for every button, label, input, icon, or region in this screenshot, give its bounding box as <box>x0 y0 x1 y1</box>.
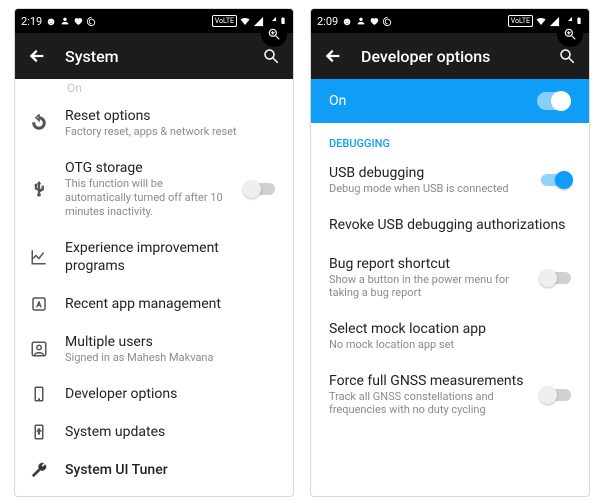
item-otg-storage[interactable]: OTG storageThis function will be automat… <box>15 149 293 229</box>
person-icon <box>60 16 70 26</box>
cutoff-label: On <box>15 79 293 97</box>
gnss-toggle[interactable] <box>541 389 571 401</box>
otg-toggle[interactable] <box>245 183 275 195</box>
item-subtitle: Show a button in the power menu for taki… <box>329 273 531 299</box>
update-icon <box>29 423 49 441</box>
item-subtitle: This function will be automatically turn… <box>65 177 229 219</box>
item-mock-location[interactable]: Select mock location appNo mock location… <box>311 310 589 362</box>
item-title: Bug report shortcut <box>329 256 531 273</box>
face-icon: ☻ <box>45 15 57 28</box>
signal-icon <box>253 16 264 27</box>
item-subtitle: Track all GNSS constellations and freque… <box>329 390 531 416</box>
header-bar: Developer options <box>311 33 589 79</box>
item-subtitle: Signed in as Mahesh Makvana <box>65 351 279 365</box>
item-multiple-users[interactable]: Multiple usersSigned in as Mahesh Makvan… <box>15 323 293 375</box>
zoom-overlay[interactable] <box>557 21 583 47</box>
item-title: Experience improvement programs <box>65 239 279 275</box>
item-title: Recent app management <box>65 295 279 313</box>
volte-badge: VoLTE <box>508 15 533 27</box>
wrench-icon <box>29 461 49 479</box>
status-time: 2:19 <box>21 15 42 28</box>
item-revoke-usb[interactable]: Revoke USB debugging authorizations <box>311 206 589 245</box>
master-toggle-switch[interactable] <box>537 92 571 110</box>
item-subtitle: No mock location app set <box>329 338 571 351</box>
item-system-ui-tuner[interactable]: System UI Tuner <box>15 451 293 489</box>
item-experience-programs[interactable]: Experience improvement programs <box>15 229 293 285</box>
svg-text:A: A <box>37 300 42 309</box>
item-developer-options[interactable]: Developer options <box>15 375 293 413</box>
item-title: Multiple users <box>65 333 279 351</box>
zoom-overlay[interactable] <box>261 21 287 47</box>
item-title: OTG storage <box>65 159 229 177</box>
item-system-updates[interactable]: System updates <box>15 413 293 451</box>
chart-icon <box>29 248 49 266</box>
usb-icon <box>29 180 49 198</box>
item-recent-app[interactable]: A Recent app management <box>15 285 293 323</box>
search-icon[interactable] <box>261 46 281 66</box>
item-gnss[interactable]: Force full GNSS measurementsTrack all GN… <box>311 362 589 427</box>
item-title: System UI Tuner <box>65 461 279 479</box>
item-bug-report-shortcut[interactable]: Bug report shortcutShow a button in the … <box>311 245 589 310</box>
wifi-icon <box>239 15 251 27</box>
phone-system: 2:19 ☻ VoLTE System On Reset optionsFact… <box>14 8 294 497</box>
item-usb-debugging[interactable]: USB debuggingDebug mode when USB is conn… <box>311 154 589 206</box>
item-title: Force full GNSS measurements <box>329 373 531 390</box>
person-icon <box>356 16 366 26</box>
phone-icon <box>29 385 49 403</box>
back-icon[interactable] <box>323 46 343 66</box>
item-subtitle: Factory reset, apps & network reset <box>65 125 279 139</box>
item-title: USB debugging <box>329 165 531 182</box>
item-title: Developer options <box>65 385 279 403</box>
item-title: Select mock location app <box>329 321 571 338</box>
heart-icon <box>73 16 83 26</box>
search-icon[interactable] <box>557 46 577 66</box>
item-title: System updates <box>65 423 279 441</box>
item-reset-options[interactable]: Reset optionsFactory reset, apps & netwo… <box>15 97 293 149</box>
swirl-icon <box>86 16 97 27</box>
item-title: Reset options <box>65 107 279 125</box>
signal-icon <box>549 16 560 27</box>
master-toggle-bar[interactable]: On <box>311 79 589 123</box>
wifi-icon <box>535 15 547 27</box>
item-title: Revoke USB debugging authorizations <box>329 217 571 234</box>
settings-list: On Reset optionsFactory reset, apps & ne… <box>15 79 293 496</box>
bug-report-toggle[interactable] <box>541 272 571 284</box>
header-title: System <box>65 47 243 66</box>
usb-debugging-toggle[interactable] <box>541 174 571 186</box>
phone-developer-options: 2:09 ☻ VoLTE Developer options On DEBUGG… <box>310 8 590 497</box>
header-bar: System <box>15 33 293 79</box>
section-label: DEBUGGING <box>311 123 589 154</box>
status-bar: 2:09 ☻ VoLTE <box>311 9 589 33</box>
header-title: Developer options <box>361 47 539 66</box>
back-icon[interactable] <box>27 46 47 66</box>
swirl-icon <box>382 16 393 27</box>
status-time: 2:09 <box>317 15 338 28</box>
heart-icon <box>369 16 379 26</box>
face-icon: ☻ <box>341 15 353 28</box>
recent-icon: A <box>29 295 49 313</box>
reset-icon <box>29 114 49 132</box>
users-icon <box>29 340 49 358</box>
status-bar: 2:19 ☻ VoLTE <box>15 9 293 33</box>
master-toggle-label: On <box>329 93 346 109</box>
volte-badge: VoLTE <box>212 15 237 27</box>
item-subtitle: Debug mode when USB is connected <box>329 182 531 195</box>
